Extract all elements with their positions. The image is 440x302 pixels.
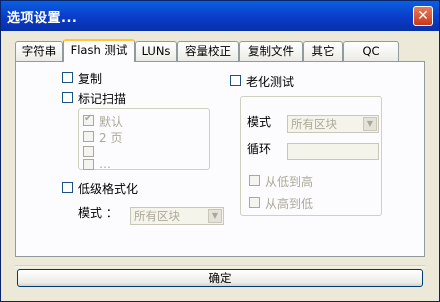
loop-count-field[interactable] [287,143,379,160]
close-button[interactable]: ✕ [413,6,433,26]
copy-checkbox[interactable] [62,72,73,83]
flash-test-panel: 复制 标记扫描 ✔ 默认 2 页 … 低级格式化 模式 ： 所有区块 ▼ 老化测… [15,61,425,257]
close-icon: ✕ [417,8,429,24]
low-format-checkbox[interactable] [62,182,73,193]
scan-default-label: 默认 [99,115,124,129]
scan-2-pages-label: 2 页 [99,131,123,145]
low-to-high-label: 从低到高 [265,175,314,189]
aging-test-label: 老化测试 [246,75,295,89]
high-to-low-label: 从高到低 [265,197,314,211]
tab-capacity-calibration[interactable]: 容量校正 [177,41,239,61]
checkmark-icon: ✔ [84,113,93,124]
progress-track [15,265,425,268]
tab-other[interactable]: 其它 [303,41,343,61]
title-bar[interactable]: 选项设置... ✕ [1,1,439,31]
mark-scan-checkbox[interactable] [62,92,73,103]
aging-mode-value: 所有区块 [291,117,337,131]
scan-option-3-checkbox[interactable] [83,146,94,157]
tab-flash-test[interactable]: Flash 测试 [63,39,135,62]
mark-scan-label: 标记扫描 [78,92,127,106]
scan-options-group: ✔ 默认 2 页 … [78,108,210,171]
copy-label: 复制 [78,72,103,86]
aging-test-group: 模式 所有区块 ▼ 循环 从低到高 从高到低 [240,96,382,216]
scan-option-4-label: … [99,157,111,171]
low-to-high-checkbox[interactable] [249,175,260,186]
low-format-mode-label: 模式 ： [78,206,118,220]
chevron-down-icon: ▼ [363,117,377,131]
loop-label: 循环 [247,142,272,156]
aging-mode-select[interactable]: 所有区块 ▼ [287,115,379,133]
window-title: 选项设置... [7,11,78,26]
scan-2-pages-checkbox[interactable] [83,131,94,142]
high-to-low-checkbox[interactable] [249,197,260,208]
options-dialog: 选项设置... ✕ 字符串 Flash 测试 LUNs 容量校正 复制文件 其它… [0,0,440,302]
low-format-label: 低级格式化 [78,182,139,196]
tab-qc[interactable]: QC [343,41,399,61]
low-format-mode-select[interactable]: 所有区块 ▼ [130,207,224,225]
aging-mode-label: 模式 [247,115,272,129]
aging-test-checkbox[interactable] [230,75,241,86]
chevron-down-icon: ▼ [208,209,222,223]
ok-button[interactable]: 确定 [17,269,423,287]
tab-luns[interactable]: LUNs [135,41,177,61]
tab-copy-files[interactable]: 复制文件 [239,41,303,61]
scan-option-4-checkbox[interactable] [83,159,94,170]
low-format-mode-value: 所有区块 [134,209,180,223]
scan-default-checkbox[interactable]: ✔ [83,113,94,126]
tab-strings[interactable]: 字符串 [15,41,63,61]
